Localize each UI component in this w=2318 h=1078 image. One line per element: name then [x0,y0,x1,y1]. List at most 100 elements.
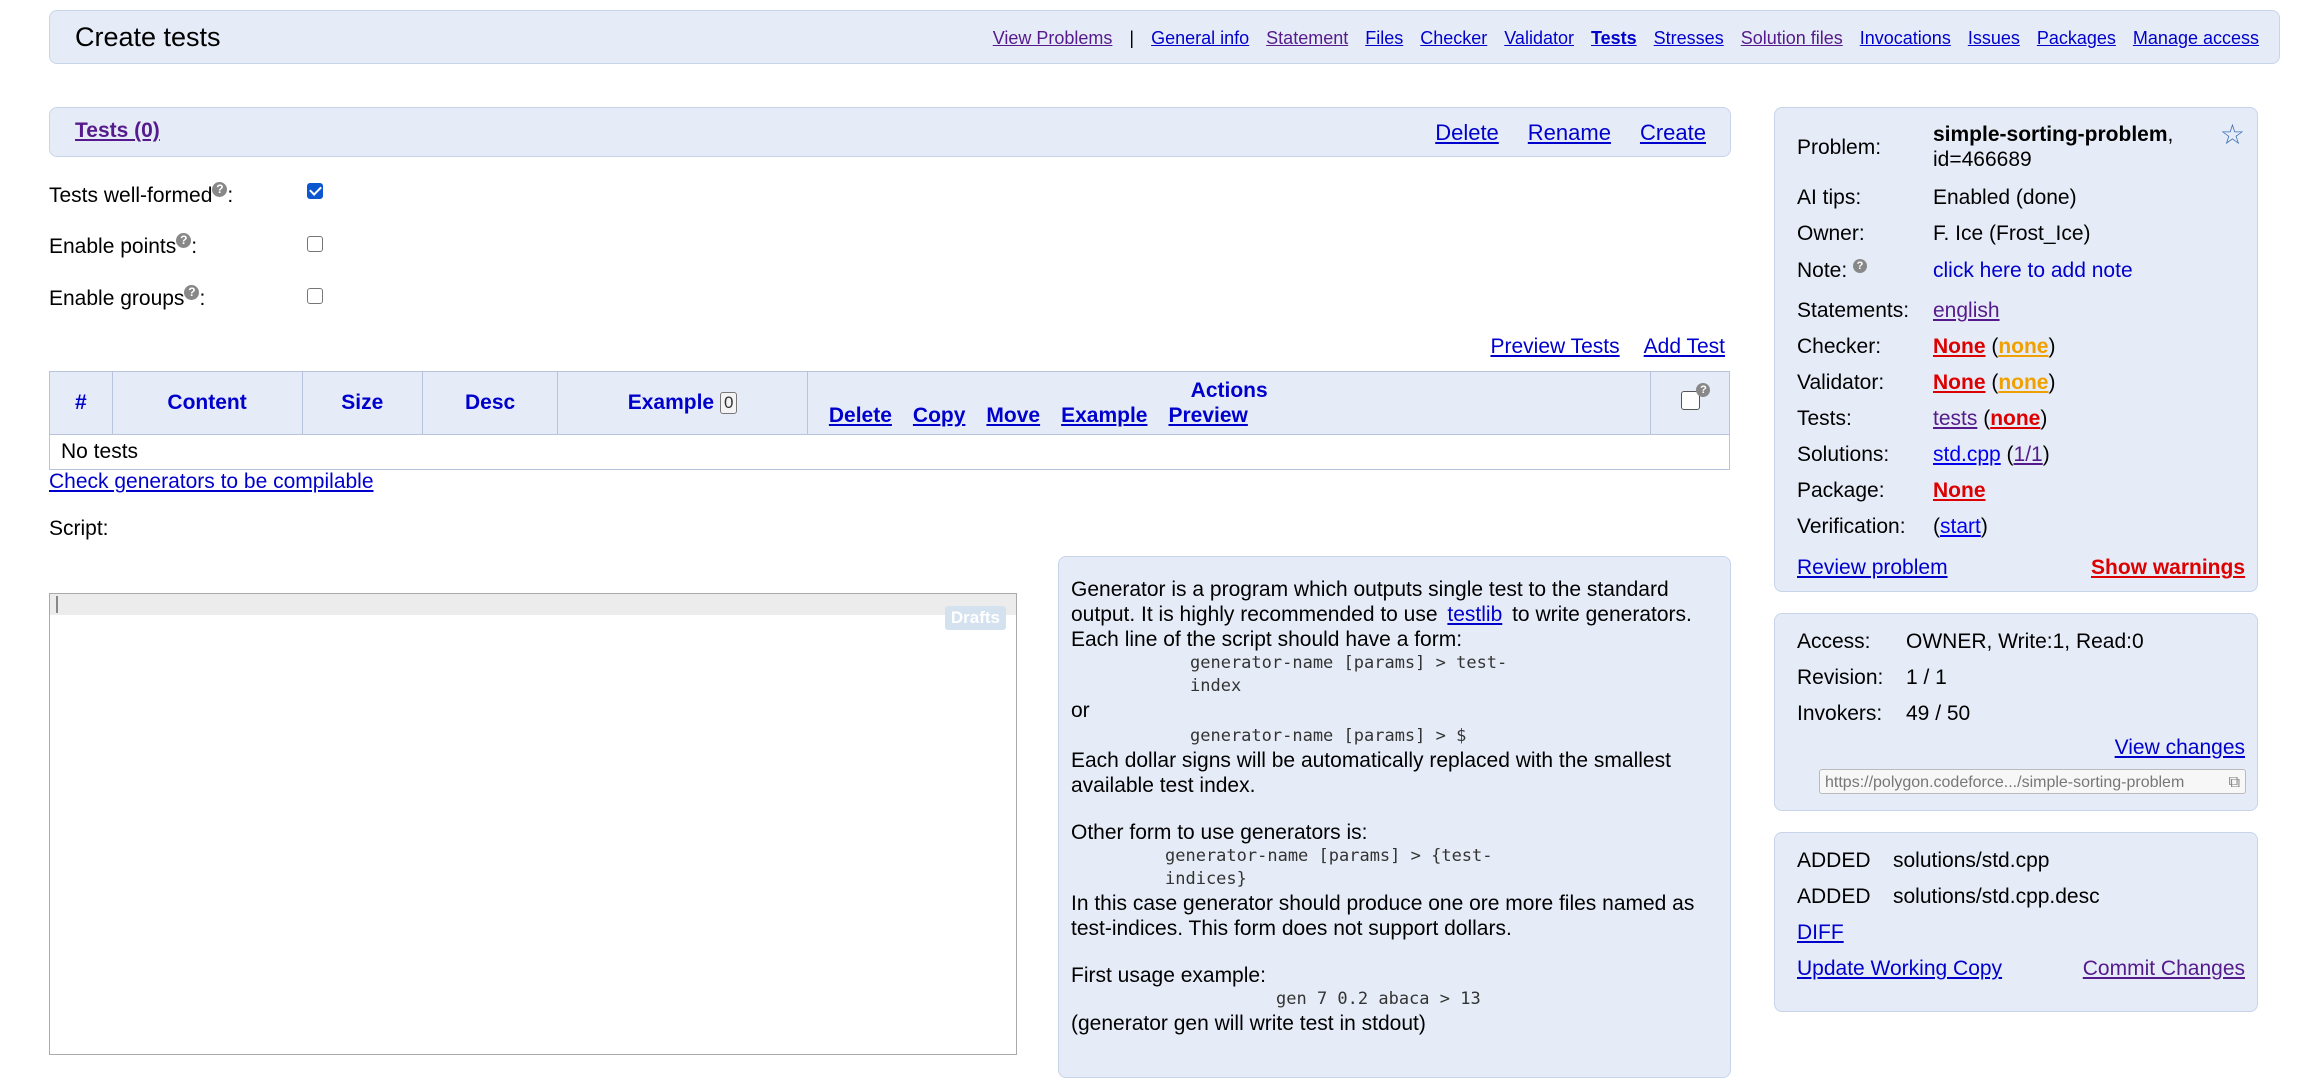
table-header-row: # Content Size Desc Example 0 Actions De… [49,371,1730,435]
nav-tests[interactable]: Tests [1591,28,1637,49]
info-label: Tests: [1797,407,1852,430]
solutions-sub-link[interactable]: 1/1 [2014,443,2043,466]
page-header: Create tests View Problems | General info S… [49,10,2280,64]
rename-tests-link[interactable]: Rename [1528,120,1611,146]
help-icon[interactable]: ? [1696,383,1711,397]
show-warnings-link[interactable]: Show warnings [2091,556,2245,580]
col-example-label: Example [627,391,715,414]
preview-tests-link[interactable]: Preview Tests [1490,335,1619,359]
col-desc: Desc [421,371,559,435]
option-colon: : [191,235,198,258]
help-text: Other form to use generators is: [1071,821,1368,844]
add-test-link[interactable]: Add Test [1644,335,1725,359]
help-text: to write generators. [1512,603,1692,626]
package-link[interactable]: None [1933,479,1986,503]
col-actions: Actions Delete Copy Move Example Preview [806,371,1652,435]
help-text: In this case generator should produce on… [1071,892,1695,940]
invokers-value: 49 / 50 [1906,702,1971,725]
nav-invocations[interactable]: Invocations [1860,28,1951,49]
nav-stresses[interactable]: Stresses [1654,28,1724,49]
help-text: Each dollar signs will be automatically … [1071,749,1671,797]
option-label: Tests well-formed [49,184,213,207]
nav-view-problems[interactable]: View Problems [993,28,1113,49]
bulk-copy-link[interactable]: Copy [913,403,966,428]
enable-groups-checkbox[interactable] [307,288,323,304]
nav-checker[interactable]: Checker [1420,28,1487,49]
help-text: (generator gen will write test in stdout… [1071,1012,1426,1035]
diff-link[interactable]: DIFF [1797,921,1844,945]
tests-well-formed-checkbox[interactable] [307,183,323,199]
tests-link[interactable]: tests [1933,407,1977,430]
checker-value: None (none) [1933,335,2056,358]
help-code: gen 7 0.2 abaca > 13 [1276,989,1481,1009]
help-text: or [1071,699,1090,722]
test-links: Preview Tests Add Test [1490,335,1725,359]
info-label: Note: ? [1797,259,1868,283]
page-title: Create tests [75,22,221,52]
testlib-link[interactable]: testlib [1447,603,1502,626]
code-line: indices} [1165,869,1247,889]
col-select-all: ? [1650,371,1730,435]
change-file: solutions/std.cpp.desc [1893,885,2100,908]
editor-active-line [50,594,1016,615]
info-label: Statements: [1797,299,1910,322]
change-file: solutions/std.cpp [1893,849,2050,872]
validator-none-link[interactable]: None [1933,371,1986,394]
help-icon[interactable]: ? [184,285,200,300]
create-tests-link[interactable]: Create [1640,120,1706,146]
info-label: Verification: [1797,515,1906,538]
nav-solution-files[interactable]: Solution files [1741,28,1843,49]
nav-manage-access[interactable]: Manage access [2133,28,2259,49]
nav-issues[interactable]: Issues [1968,28,2020,49]
change-status: ADDED [1797,885,1871,908]
drafts-button[interactable]: Drafts [944,606,1006,630]
copy-icon[interactable]: ⧉ [2229,770,2240,795]
tests-title-link[interactable]: Tests (0) [75,119,160,143]
add-note-link[interactable]: click here to add note [1933,259,2133,283]
help-paragraph: Generator is a program which outputs sin… [1071,577,1710,627]
generator-help-box: Generator is a program which outputs sin… [1058,556,1731,1078]
validator-sub-link[interactable]: none [1998,371,2048,394]
option-colon: : [199,287,206,310]
problem-url: https://polygon.codeforce.../simple-sort… [1825,774,2185,791]
note-label: Note: [1797,259,1848,282]
nav-packages[interactable]: Packages [2037,28,2116,49]
bulk-delete-link[interactable]: Delete [829,403,892,428]
bulk-move-link[interactable]: Move [986,403,1040,428]
help-icon[interactable]: ? [176,233,192,248]
col-content: Content [111,371,303,435]
review-problem-link[interactable]: Review problem [1797,556,1948,580]
commit-changes-link[interactable]: Commit Changes [2083,957,2245,981]
nav-statement[interactable]: Statement [1266,28,1348,49]
help-icon[interactable]: ? [1853,259,1868,273]
view-changes-link[interactable]: View changes [2115,736,2245,760]
tests-sub-link[interactable]: none [1990,407,2040,430]
nav-validator[interactable]: Validator [1504,28,1574,49]
statements-link[interactable]: english [1933,299,2000,323]
checker-none-link[interactable]: None [1933,335,1986,358]
script-label: Script: [49,517,109,540]
solutions-value: std.cpp (1/1) [1933,443,2050,466]
update-working-copy-link[interactable]: Update Working Copy [1797,957,2002,981]
script-editor[interactable]: Drafts [49,593,1017,1055]
check-generators-link[interactable]: Check generators to be compilable [49,470,374,494]
problem-url-field[interactable]: https://polygon.codeforce.../simple-sort… [1819,769,2246,794]
info-label: Validator: [1797,371,1885,394]
tests-bar: Tests (0) Delete Rename Create [49,107,1731,157]
solutions-link[interactable]: std.cpp [1933,443,2001,466]
nav-general-info[interactable]: General info [1151,28,1249,49]
verification-start-link[interactable]: start [1940,515,1981,538]
info-label: Revision: [1797,666,1884,689]
nav-files[interactable]: Files [1365,28,1403,49]
help-icon[interactable]: ? [212,182,228,197]
checker-sub-link[interactable]: none [1998,335,2048,358]
delete-tests-link[interactable]: Delete [1435,120,1499,146]
info-label: Access: [1797,630,1871,653]
access-panel: Access: OWNER, Write:1, Read:0 Revision:… [1774,613,2258,811]
star-icon[interactable]: ☆ [2220,118,2245,151]
revision-value: 1 / 1 [1906,666,1947,689]
bulk-preview-link[interactable]: Preview [1168,403,1247,428]
enable-points-checkbox[interactable] [307,236,323,252]
bulk-example-link[interactable]: Example [1061,403,1147,428]
tests-well-formed-label: Tests well-formed?: [49,182,233,208]
